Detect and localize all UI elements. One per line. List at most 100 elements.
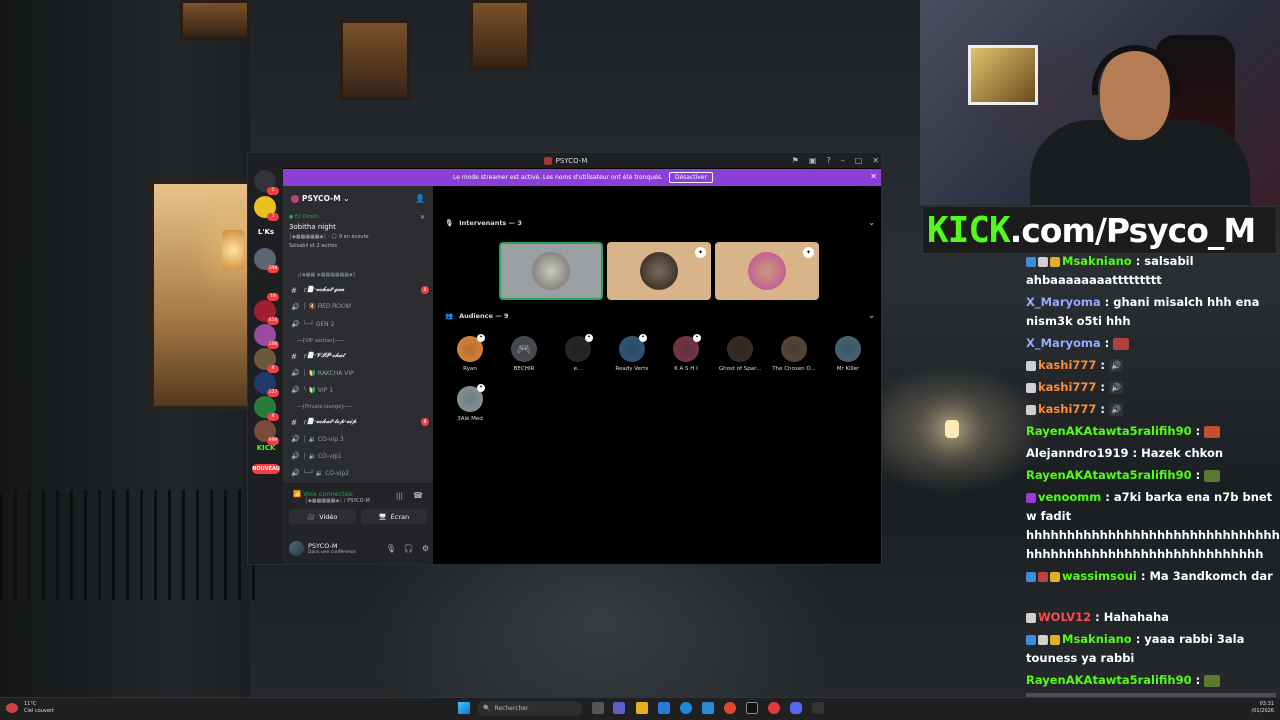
disable-streamer-button[interactable]: Désactiver: [668, 172, 713, 183]
file-explorer-icon[interactable]: [636, 702, 648, 714]
server-icon[interactable]: 1: [254, 196, 279, 221]
close-icon[interactable]: ✕: [872, 156, 879, 165]
stage-event-card[interactable]: ● En Direct 3obitha night ┆◈▦▦▦▦▦◈┆ · 🎧 …: [289, 214, 427, 264]
channel-category[interactable]: ──[VIP section]───: [291, 334, 429, 348]
chat-message: WOLV12 : Hahahaha: [1026, 608, 1276, 627]
chat-message: X_Maryoma : ghani misalch hhh ena nism3k…: [1026, 293, 1276, 331]
help-icon[interactable]: ?: [826, 156, 830, 165]
chat-username[interactable]: wassimsoui: [1062, 569, 1137, 583]
text-channel[interactable]: # ┌📄·𝓥𝓘𝓟-𝓬𝓱𝓪𝓽: [291, 349, 429, 363]
chat-username[interactable]: Msakniano: [1062, 632, 1132, 646]
user-panel[interactable]: PSYCO-M Dans une conférence 🎙 🎧 ⚙: [289, 536, 429, 560]
voice-channel[interactable]: 🔊 │ 🔇 𝑅𝐸𝐷 𝑅𝑂𝑂𝑀: [291, 300, 429, 314]
store-icon[interactable]: [702, 702, 714, 714]
channel-label: ──[VIP section]───: [297, 338, 344, 344]
text-channel[interactable]: # ┌📄·𝓿𝓬𝓱𝓪𝓽-𝓰𝓮𝓷 1: [291, 283, 429, 297]
screen-icon[interactable]: ▣: [809, 156, 817, 165]
speaker-tile[interactable]: ✦: [607, 242, 711, 300]
voice-channel-name[interactable]: ┆◈▦▦▦▦▦◈┆ / PSYCO-M: [305, 498, 370, 504]
audience-member[interactable]: ✦ Ryan: [443, 334, 497, 372]
event-close-icon[interactable]: ✕: [420, 214, 425, 221]
voice-channel[interactable]: 🔊 │ 🔰 RAKCHA VIP: [291, 366, 429, 380]
audience-header[interactable]: 👥 Audience — 9 ⌄: [445, 311, 875, 320]
screen-share-button[interactable]: 🖥 Écran: [360, 509, 427, 524]
settings-gear-icon[interactable]: ⚙: [422, 544, 429, 553]
server-folder-lks[interactable]: L'Ks: [252, 228, 280, 236]
server-kick[interactable]: KICK: [252, 444, 280, 452]
channel-category[interactable]: ┌[◈▦▦ ◈▦▦▦▦▦▦◈]: [291, 268, 429, 282]
maximize-icon[interactable]: □: [855, 156, 863, 165]
chevron-down-icon[interactable]: ⌄: [868, 218, 875, 227]
disconnect-icon[interactable]: ☎: [413, 491, 423, 500]
headphones-icon[interactable]: 🎧: [404, 544, 414, 553]
inbox-icon[interactable]: ⚑: [792, 156, 799, 165]
chat-username[interactable]: RayenAKAtawta5ralifih90: [1026, 673, 1192, 687]
chat-username[interactable]: kashi777: [1038, 402, 1096, 416]
home-button[interactable]: 1: [254, 170, 279, 195]
server-icon[interactable]: 127: [254, 372, 279, 397]
weather-widget[interactable]: 11°C Ciel couvert: [24, 701, 54, 715]
audience-member[interactable]: ✦ 3Alé Med: [443, 384, 497, 422]
invite-icon[interactable]: 👤: [415, 194, 425, 203]
moderator-icon: ✦: [693, 334, 701, 342]
start-button[interactable]: [458, 702, 470, 714]
chat-username[interactable]: venoomm: [1038, 490, 1101, 504]
app-icon[interactable]: [812, 702, 824, 714]
chat-username[interactable]: WOLV12: [1038, 610, 1091, 624]
chat-username[interactable]: Msakniano: [1062, 254, 1132, 268]
system-clock[interactable]: 03:31 /01/2026: [1252, 701, 1274, 715]
server-icon[interactable]: 16: [254, 276, 279, 301]
chat-message: Msakniano : salsabil ahbaaaaaaaatttttttt…: [1026, 252, 1276, 290]
chat-username[interactable]: X_Maryoma: [1026, 295, 1101, 309]
speaker-tile[interactable]: [499, 242, 603, 300]
discord-icon[interactable]: [790, 702, 802, 714]
app-icon[interactable]: [768, 702, 780, 714]
chevron-down-icon[interactable]: ⌄: [868, 311, 875, 320]
search-input[interactable]: 🔍 Rechercher: [477, 701, 582, 716]
teams-icon[interactable]: [613, 702, 625, 714]
voice-channel[interactable]: 🔊 │ 🔉 CO-vip 3: [291, 432, 429, 446]
chat-username[interactable]: kashi777: [1038, 358, 1096, 372]
channel-category[interactable]: ──[Private lounge]───: [291, 400, 429, 414]
mail-icon[interactable]: [658, 702, 670, 714]
noise-icon[interactable]: |||: [396, 492, 403, 500]
audience-member[interactable]: The Chosen O...: [767, 336, 821, 372]
voice-channel[interactable]: 🔊 └─┘ GEN 2: [291, 317, 429, 331]
speaker-tile[interactable]: ✦: [715, 242, 819, 300]
server-icon[interactable]: 999: [254, 420, 279, 445]
server-icon[interactable]: 108: [254, 324, 279, 349]
server-icon[interactable]: 4: [254, 396, 279, 421]
audience-member[interactable]: ✦ e...: [551, 334, 605, 372]
audience-member[interactable]: 🎮 BECHIR: [497, 336, 551, 372]
audience-member[interactable]: Mr Killer: [821, 336, 875, 372]
mic-icon[interactable]: 🎙: [386, 544, 396, 553]
audience-member[interactable]: Ghost of Spar...: [713, 336, 767, 372]
video-button[interactable]: 🎥 Vidéo: [289, 509, 356, 524]
audience-member[interactable]: ✦ Ready Vertx: [605, 334, 659, 372]
audience-member[interactable]: ✦ K A S H I: [659, 334, 713, 372]
chat-username[interactable]: RayenAKAtawta5ralifih90: [1026, 468, 1192, 482]
server-icon[interactable]: 348: [254, 248, 279, 273]
chat-text: : Hahahaha: [1091, 610, 1169, 624]
chat-username[interactable]: kashi777: [1038, 380, 1096, 394]
obs-icon[interactable]: [746, 702, 758, 714]
voice-channel[interactable]: 🔊 └ 🔰 VIP 1: [291, 383, 429, 397]
banner-close-icon[interactable]: ✕: [870, 172, 877, 181]
minimize-icon[interactable]: –: [841, 156, 845, 165]
chat-username[interactable]: RayenAKAtawta5ralifih90: [1026, 424, 1192, 438]
text-channel[interactable]: # ┌📄·𝓿𝓬𝓱𝓪𝓽-𝓽𝓸𝓹-𝓿𝓲𝓹 1: [291, 415, 429, 429]
speakers-header[interactable]: 🎙 Intervenants — 3 ⌄: [445, 218, 875, 227]
hash-icon: #: [291, 285, 297, 295]
task-view-icon[interactable]: [592, 702, 604, 714]
server-icon[interactable]: 414: [254, 300, 279, 325]
voice-channel[interactable]: 🔊 └─┘ 🔉 CO-vip2: [291, 466, 429, 480]
server-icon[interactable]: 4: [254, 348, 279, 373]
edge-icon[interactable]: [680, 702, 692, 714]
voice-channel[interactable]: 🔊 │ 🔉 CO-vip1: [291, 449, 429, 463]
hash-icon: #: [291, 351, 297, 361]
server-header[interactable]: PSYCO-M ⌄: [291, 194, 350, 203]
chrome-icon[interactable]: [724, 702, 736, 714]
channel-label: │ 🔉 CO-vip1: [303, 452, 342, 460]
chat-username[interactable]: Alejanndro1919: [1026, 446, 1129, 460]
chat-username[interactable]: X_Maryoma: [1026, 336, 1101, 350]
